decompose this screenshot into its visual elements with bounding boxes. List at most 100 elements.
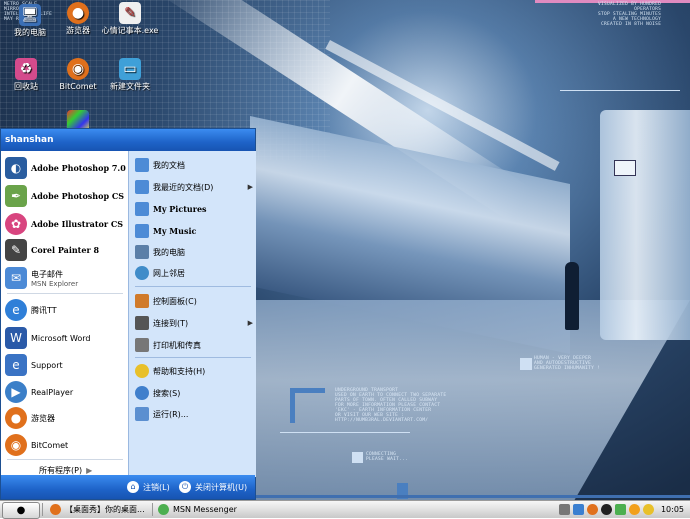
realplayer-icon: ▶	[5, 381, 27, 403]
start-item-word[interactable]: W Microsoft Word	[5, 327, 91, 349]
msn-icon[interactable]	[614, 504, 626, 515]
start-item-bitcomet[interactable]: ◉ BitComet	[5, 434, 68, 456]
menu-separator	[7, 459, 123, 460]
arrow-right-icon: ▶	[86, 466, 93, 475]
clock[interactable]: 10:05	[661, 505, 684, 514]
start-item-label: 网上邻居	[153, 268, 185, 278]
logoff-button[interactable]: ⌂ 注销(L)	[127, 481, 170, 493]
wallpaper-arrow-deco	[290, 388, 325, 423]
bitcomet-icon[interactable]	[586, 504, 598, 515]
network-icon	[135, 266, 149, 280]
start-item-label: Adobe Illustrator CS	[31, 219, 124, 229]
wallpaper-text-top-right: VISUALIZED BY HUNDRED OPERATORS STOP STE…	[598, 2, 662, 27]
arrow-right-icon: ▶	[247, 319, 253, 327]
desktop-icon-notepad[interactable]: ✎ 心情记事本.exe	[100, 2, 160, 36]
start-item-run[interactable]: 运行(R)...	[135, 406, 253, 422]
start-menu-footer: ⌂ 注销(L) ⏻ 关闭计算机(U)	[1, 475, 255, 499]
start-item-tencent-tt[interactable]: e 腾讯TT	[5, 299, 57, 321]
start-item-illustrator-cs[interactable]: ✿ Adobe Illustrator CS	[5, 213, 123, 235]
apple-logo-icon: ●	[16, 505, 26, 516]
start-item-realplayer[interactable]: ▶ RealPlayer	[5, 381, 73, 403]
start-item-label: Adobe Photoshop CS	[31, 191, 124, 201]
network-icon[interactable]	[572, 504, 584, 515]
folder-icon: ▭	[119, 58, 141, 80]
msn-icon	[158, 504, 169, 515]
start-item-photoshop-7[interactable]: ◐ Adobe Photoshop 7.0	[5, 157, 126, 179]
tencent-tt-icon: e	[5, 299, 27, 321]
start-item-sublabel: MSN Explorer	[31, 279, 79, 288]
printer-icon	[135, 338, 149, 352]
recycle-bin-icon: ♻	[15, 58, 37, 80]
start-item-network[interactable]: 网上邻居	[135, 265, 253, 281]
start-item-label: RealPlayer	[31, 387, 74, 397]
start-item-label: Adobe Photoshop 7.0	[31, 163, 126, 173]
music-icon	[135, 224, 149, 238]
start-item-label: 我的电脑	[153, 247, 185, 257]
arrow-right-icon: ▶	[247, 183, 253, 191]
documents-icon	[135, 158, 149, 172]
control-panel-icon	[135, 294, 149, 308]
no-sign-icon[interactable]	[642, 504, 654, 515]
start-button[interactable]: ●	[2, 502, 40, 519]
start-item-photoshop-cs[interactable]: ✒ Adobe Photoshop CS	[5, 185, 124, 207]
taskbar-task-msn[interactable]: MSN Messenger	[158, 502, 237, 517]
taskbar-task-label: MSN Messenger	[173, 505, 237, 514]
taskbar-separator	[152, 503, 153, 516]
bitcomet-icon: ◉	[67, 58, 89, 80]
start-item-label: 腾讯TT	[31, 305, 57, 315]
start-item-label: Corel Painter 8	[31, 245, 100, 255]
start-item-label: My Pictures	[153, 204, 207, 214]
menu-separator	[7, 293, 123, 294]
wallpaper-deco-square	[352, 452, 363, 463]
desktop-icon-label: 新建文件夹	[110, 82, 150, 91]
system-tray: 10:05	[558, 501, 690, 518]
illustrator-icon: ✿	[5, 213, 27, 235]
start-item-help[interactable]: 帮助和支持(H)	[135, 363, 253, 379]
start-item-label: Support	[31, 360, 63, 370]
wallpaper-line	[280, 432, 410, 433]
painter-icon: ✎	[5, 239, 27, 261]
help-icon	[135, 364, 149, 378]
desktop-icon-label: 心情记事本.exe	[101, 26, 159, 35]
start-menu-programs: ◐ Adobe Photoshop 7.0 ✒ Adobe Photoshop …	[1, 151, 128, 477]
firefox-icon	[50, 504, 61, 515]
start-item-browser[interactable]: ● 游览器	[5, 407, 55, 429]
user-icon[interactable]	[628, 504, 640, 515]
start-item-label: 游览器	[31, 413, 55, 423]
keyboard-icon[interactable]	[558, 504, 570, 515]
taskbar-task-browser[interactable]: 【桌面秀】你的桌面...	[50, 502, 145, 517]
menu-separator	[135, 286, 251, 287]
start-menu-user: shanshan	[1, 129, 255, 151]
desktop-icon-bitcomet[interactable]: ◉ BitComet	[48, 58, 108, 92]
start-item-printers[interactable]: 打印机和传真	[135, 337, 253, 353]
start-menu-places: 我的文档 我最近的文档(D) ▶ My Pictures My Music 我的…	[128, 151, 256, 477]
wallpaper-text-bottom: UNDERGROUND TRANSPORT USED ON EARTH TO C…	[335, 388, 447, 423]
start-item-my-documents[interactable]: 我的文档	[135, 157, 253, 173]
wallpaper-line	[560, 90, 680, 91]
start-item-label: 帮助和支持(H)	[153, 366, 206, 376]
start-item-label: Microsoft Word	[31, 333, 91, 343]
start-item-connect-to[interactable]: 连接到(T) ▶	[135, 315, 253, 331]
start-menu: shanshan ◐ Adobe Photoshop 7.0 ✒ Adobe P…	[0, 128, 256, 500]
start-item-label: BitComet	[31, 440, 69, 450]
start-item-email[interactable]: ✉ 电子邮件 MSN Explorer	[5, 267, 78, 289]
start-item-my-music[interactable]: My Music	[135, 223, 253, 239]
shutdown-button[interactable]: ⏻ 关闭计算机(U)	[179, 481, 247, 493]
start-item-my-pictures[interactable]: My Pictures	[135, 201, 253, 217]
start-item-support[interactable]: e Support	[5, 354, 63, 376]
start-item-label: 电子邮件	[31, 269, 63, 279]
start-item-search[interactable]: 搜索(S)	[135, 385, 253, 401]
photoshop-cs-icon: ✒	[5, 185, 27, 207]
start-item-control-panel[interactable]: 控制面板(C)	[135, 293, 253, 309]
bitcomet-icon: ◉	[5, 434, 27, 456]
desktop-icon-new-folder[interactable]: ▭ 新建文件夹	[100, 58, 160, 92]
start-item-label: 连接到(T)	[153, 318, 189, 328]
start-item-label: 控制面板(C)	[153, 296, 197, 306]
penguin-icon[interactable]	[600, 504, 612, 515]
start-item-recent-docs[interactable]: 我最近的文档(D) ▶	[135, 179, 253, 195]
start-item-corel-painter[interactable]: ✎ Corel Painter 8	[5, 239, 99, 261]
firefox-icon: ●	[5, 407, 27, 429]
search-icon	[135, 386, 149, 400]
taskbar-task-label: 【桌面秀】你的桌面...	[65, 505, 145, 514]
start-item-my-computer[interactable]: 我的电脑	[135, 244, 253, 260]
